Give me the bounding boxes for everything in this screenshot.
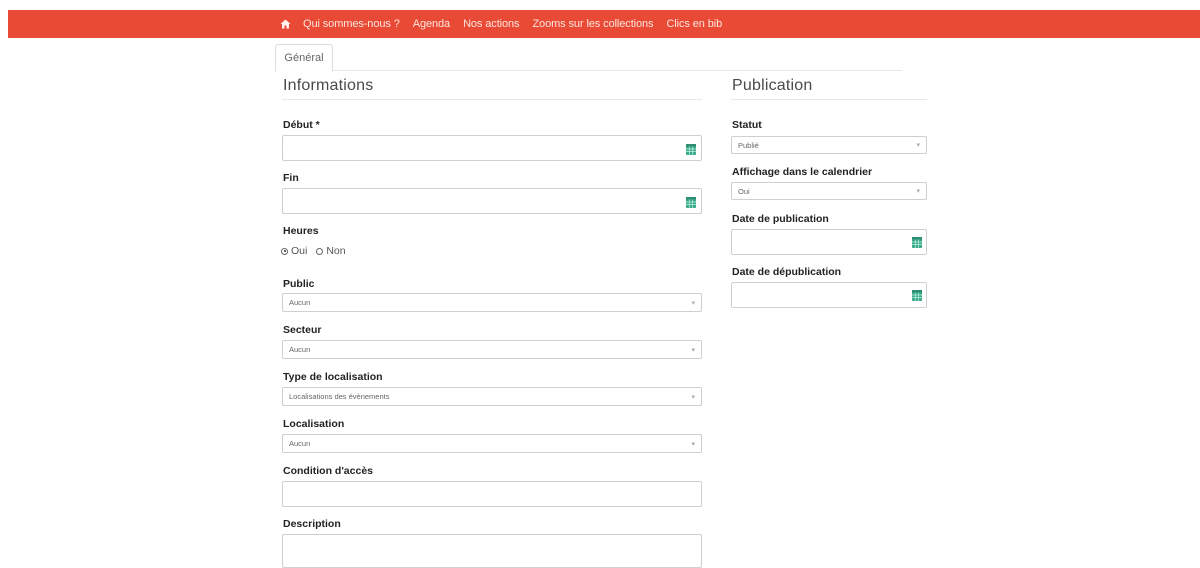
localisation-select[interactable]: Aucun ▾ xyxy=(282,434,702,453)
statut-label: Statut xyxy=(732,119,762,131)
fin-date-input[interactable] xyxy=(282,188,702,214)
publication-title-rule xyxy=(731,99,927,100)
public-label: Public xyxy=(283,278,315,290)
calendar-icon[interactable] xyxy=(912,288,922,301)
home-icon[interactable] xyxy=(278,10,292,38)
condition-acces-label: Condition d'accès xyxy=(283,465,374,477)
top-navigation-bar: Qui sommes-nous ? Agenda Nos actions Zoo… xyxy=(8,10,1200,38)
secteur-select[interactable]: Aucun ▾ xyxy=(282,340,702,359)
heures-label: Heures xyxy=(283,225,319,237)
informations-title: Informations xyxy=(283,77,374,94)
nav-item-qui-sommes-nous[interactable]: Qui sommes-nous ? xyxy=(303,18,400,30)
heures-oui-label: Oui xyxy=(291,245,308,257)
radio-unchecked-icon[interactable] xyxy=(316,247,324,255)
debut-date-input[interactable] xyxy=(282,135,702,161)
description-label: Description xyxy=(283,518,341,530)
statut-select-value: Publié xyxy=(738,140,759,150)
chevron-down-icon: ▾ xyxy=(691,346,695,354)
affichage-calendrier-select[interactable]: Oui ▾ xyxy=(731,182,927,200)
secteur-select-value: Aucun xyxy=(289,345,311,354)
debut-label: Début * xyxy=(283,119,320,131)
informations-title-rule xyxy=(282,99,702,100)
heures-oui-option[interactable]: Oui xyxy=(281,245,307,257)
tab-general[interactable]: Général xyxy=(275,44,333,72)
date-publication-label: Date de publication xyxy=(732,213,829,225)
tab-bar: Général xyxy=(275,44,902,72)
chevron-down-icon: ▾ xyxy=(691,440,695,448)
type-localisation-select[interactable]: Localisations des évènements ▾ xyxy=(282,387,702,406)
chevron-down-icon: ▾ xyxy=(916,188,920,195)
heures-radio-group: Oui Non xyxy=(281,245,355,257)
public-select-value: Aucun xyxy=(289,298,311,307)
affichage-calendrier-select-value: Oui xyxy=(738,186,750,196)
date-depublication-label: Date de dépublication xyxy=(732,266,842,278)
localisation-select-value: Aucun xyxy=(289,439,311,448)
calendar-icon[interactable] xyxy=(686,195,696,208)
nav-item-zooms-collections[interactable]: Zooms sur les collections xyxy=(532,18,653,30)
calendar-icon[interactable] xyxy=(686,142,696,155)
fin-label: Fin xyxy=(283,172,299,184)
date-depublication-input[interactable] xyxy=(731,282,927,308)
radio-checked-icon[interactable] xyxy=(281,247,288,255)
calendar-icon[interactable] xyxy=(912,235,922,248)
affichage-calendrier-label: Affichage dans le calendrier xyxy=(732,166,873,178)
localisation-label: Localisation xyxy=(283,418,345,430)
public-select[interactable]: Aucun ▾ xyxy=(282,293,702,312)
chevron-down-icon: ▾ xyxy=(916,142,920,149)
type-localisation-select-value: Localisations des évènements xyxy=(289,392,390,401)
date-publication-input[interactable] xyxy=(731,229,927,255)
secteur-label: Secteur xyxy=(283,324,322,336)
chevron-down-icon: ▾ xyxy=(691,393,695,401)
condition-acces-input[interactable] xyxy=(282,481,702,507)
nav-item-nos-actions[interactable]: Nos actions xyxy=(463,18,519,30)
nav-item-clics-en-bib[interactable]: Clics en bib xyxy=(666,18,722,30)
heures-non-label: Non xyxy=(326,245,346,257)
publication-title: Publication xyxy=(732,77,813,94)
statut-select[interactable]: Publié ▾ xyxy=(731,136,927,154)
type-localisation-label: Type de localisation xyxy=(283,371,383,383)
chevron-down-icon: ▾ xyxy=(691,299,695,307)
heures-non-option[interactable]: Non xyxy=(316,245,346,257)
main-nav: Qui sommes-nous ? Agenda Nos actions Zoo… xyxy=(278,10,735,38)
nav-item-agenda[interactable]: Agenda xyxy=(413,18,450,30)
